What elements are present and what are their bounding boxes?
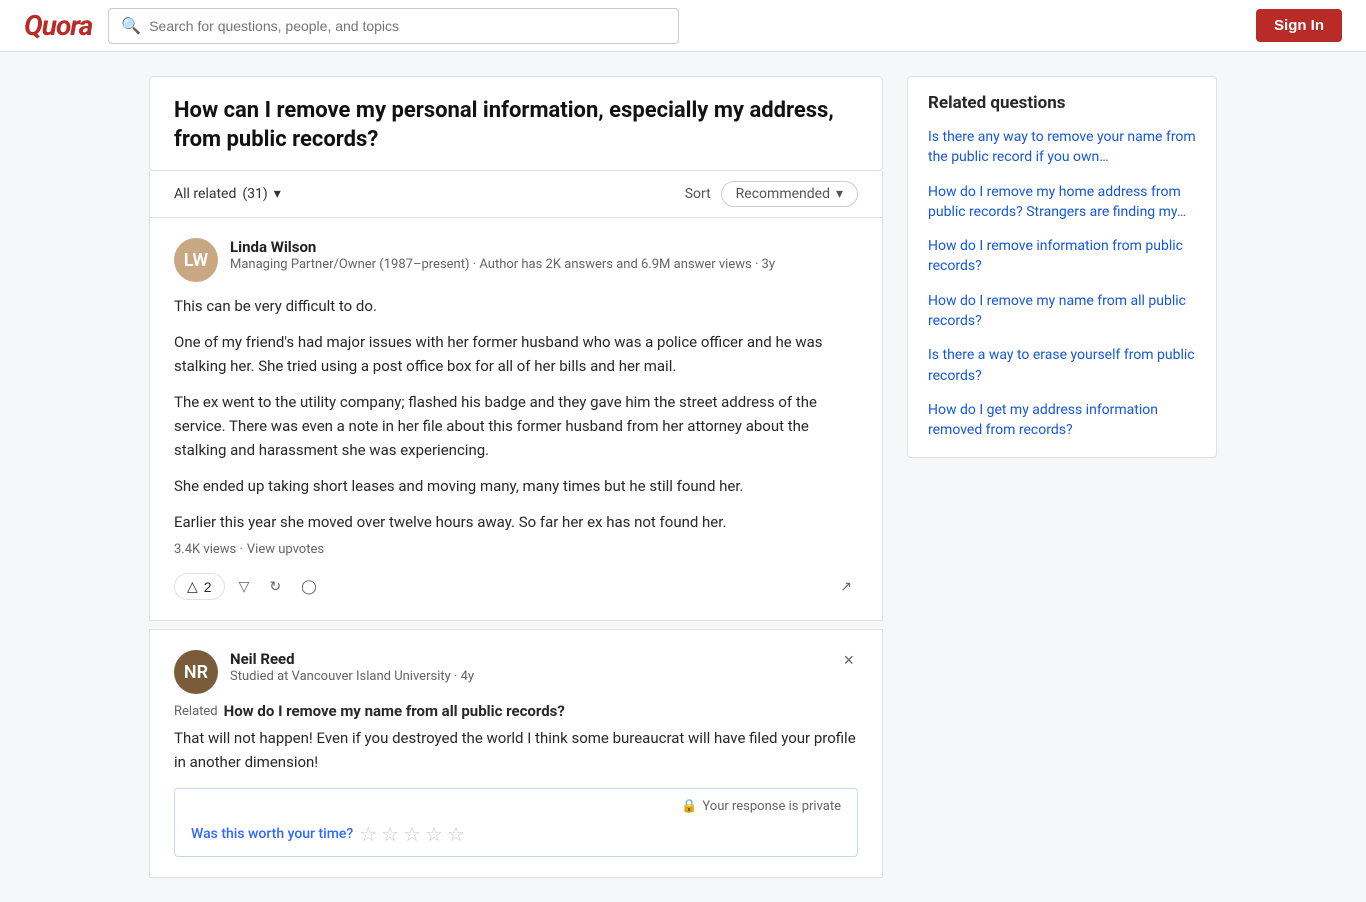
upvote-count: 2 xyxy=(204,579,212,595)
star-2[interactable]: ☆ xyxy=(381,822,399,846)
answer-paragraph: This can be very difficult to do. xyxy=(174,294,858,318)
share-button[interactable]: ↗ xyxy=(834,574,858,599)
private-response-banner: 🔒 Your response is private Was this wort… xyxy=(174,788,858,857)
view-count: 3.4K views · xyxy=(174,542,243,557)
related-question-link[interactable]: How do I remove my name from all public … xyxy=(928,293,1186,329)
share-icon: ↗ xyxy=(840,578,852,595)
sidebar: Related questions Is there any way to re… xyxy=(907,76,1217,458)
page-layout: How can I remove my personal information… xyxy=(133,52,1233,902)
main-content: How can I remove my personal information… xyxy=(149,76,883,878)
related-questions-card: Related questions Is there any way to re… xyxy=(907,76,1217,458)
search-input[interactable] xyxy=(149,18,666,34)
avatar: LW xyxy=(174,238,218,282)
related-question-item: Is there any way to remove your name fro… xyxy=(928,127,1196,168)
refresh-button[interactable]: ↻ xyxy=(263,574,287,599)
related-question-link[interactable]: How do I remove information from public … xyxy=(928,238,1183,274)
author-name[interactable]: Linda Wilson xyxy=(230,238,858,256)
comment-icon: ◯ xyxy=(301,578,317,595)
view-upvotes-link[interactable]: View upvotes xyxy=(247,542,324,557)
author-meta: Managing Partner/Owner (1987–present) · … xyxy=(230,256,858,274)
related-label: Related xyxy=(174,704,218,719)
star-1[interactable]: ☆ xyxy=(359,822,377,846)
star-5[interactable]: ☆ xyxy=(447,822,465,846)
author-info: Neil Reed Studied at Vancouver Island Un… xyxy=(230,650,839,686)
answer-paragraph: She ended up taking short leases and mov… xyxy=(174,474,858,498)
related-question-item: How do I get my address information remo… xyxy=(928,400,1196,441)
sort-section: Sort Recommended ▾ xyxy=(685,181,858,207)
chevron-down-icon: ▾ xyxy=(274,186,281,202)
quora-logo[interactable]: Quora xyxy=(24,9,92,42)
question-title: How can I remove my personal information… xyxy=(174,97,858,154)
related-question-item: How do I remove information from public … xyxy=(928,236,1196,277)
sort-label: Sort xyxy=(685,186,711,202)
related-question-text[interactable]: How do I remove my name from all public … xyxy=(224,702,565,720)
sort-value: Recommended xyxy=(736,186,830,202)
answer-paragraph: Earlier this year she moved over twelve … xyxy=(174,510,858,534)
star-3[interactable]: ☆ xyxy=(403,822,421,846)
author-meta: Studied at Vancouver Island University ·… xyxy=(230,668,839,686)
neil-header: NR Neil Reed Studied at Vancouver Island… xyxy=(174,650,858,702)
sort-chevron-icon: ▾ xyxy=(836,186,843,202)
author-row: NR Neil Reed Studied at Vancouver Island… xyxy=(174,650,839,694)
upvote-button[interactable]: △ 2 xyxy=(174,573,225,600)
lock-icon: 🔒 xyxy=(681,799,697,814)
sign-in-button[interactable]: Sign In xyxy=(1256,9,1342,42)
answer-paragraph: The ex went to the utility company; flas… xyxy=(174,390,858,462)
answer-paragraph: That will not happen! Even if you destro… xyxy=(174,726,858,774)
answers-header: All related (31) ▾ Sort Recommended ▾ xyxy=(149,171,883,218)
close-button[interactable]: × xyxy=(839,650,858,671)
answer-stats: 3.4K views · View upvotes xyxy=(174,542,858,557)
upvote-icon: △ xyxy=(187,578,198,595)
header: Quora 🔍 Sign In xyxy=(0,0,1366,52)
related-question-link[interactable]: Is there a way to erase yourself from pu… xyxy=(928,347,1195,383)
answer-paragraph: One of my friend's had major issues with… xyxy=(174,330,858,378)
close-icon: × xyxy=(843,650,854,670)
answer-card: LW Linda Wilson Managing Partner/Owner (… xyxy=(149,218,883,621)
question-card: How can I remove my personal information… xyxy=(149,76,883,171)
star-rating[interactable]: ☆ ☆ ☆ ☆ ☆ xyxy=(359,822,465,846)
related-question-item: How do I remove my name from all public … xyxy=(928,291,1196,332)
comment-button[interactable]: ◯ xyxy=(295,574,323,599)
answer-actions: △ 2 ▽ ↻ ◯ ↗ xyxy=(174,567,858,600)
related-question-link[interactable]: Is there any way to remove your name fro… xyxy=(928,129,1196,165)
answer-text: That will not happen! Even if you destro… xyxy=(174,726,858,774)
downvote-icon: ▽ xyxy=(239,578,250,595)
refresh-icon: ↻ xyxy=(269,578,281,595)
all-related-filter[interactable]: All related (31) ▾ xyxy=(174,186,281,202)
worth-time-label: Was this worth your time? xyxy=(191,826,353,842)
star-4[interactable]: ☆ xyxy=(425,822,443,846)
private-label: 🔒 Your response is private xyxy=(191,799,841,814)
sort-dropdown[interactable]: Recommended ▾ xyxy=(721,181,858,207)
all-related-count: (31) xyxy=(242,186,267,202)
author-row: LW Linda Wilson Managing Partner/Owner (… xyxy=(174,238,858,282)
related-question-link[interactable]: How do I get my address information remo… xyxy=(928,402,1158,438)
answer-card-neil: NR Neil Reed Studied at Vancouver Island… xyxy=(149,629,883,878)
related-questions-title: Related questions xyxy=(928,93,1196,113)
all-related-label: All related xyxy=(174,186,236,202)
search-bar: 🔍 xyxy=(108,8,679,44)
worth-time-row: Was this worth your time? ☆ ☆ ☆ ☆ ☆ xyxy=(191,822,841,846)
search-icon: 🔍 xyxy=(121,16,141,35)
answer-text: This can be very difficult to do. One of… xyxy=(174,294,858,534)
related-tag: Related How do I remove my name from all… xyxy=(174,702,858,720)
private-text: Your response is private xyxy=(702,799,841,814)
author-info: Linda Wilson Managing Partner/Owner (198… xyxy=(230,238,858,274)
author-name[interactable]: Neil Reed xyxy=(230,650,839,668)
related-question-link[interactable]: How do I remove my home address from pub… xyxy=(928,184,1186,220)
related-question-item: Is there a way to erase yourself from pu… xyxy=(928,345,1196,386)
avatar: NR xyxy=(174,650,218,694)
related-question-item: How do I remove my home address from pub… xyxy=(928,182,1196,223)
downvote-button[interactable]: ▽ xyxy=(233,574,256,599)
